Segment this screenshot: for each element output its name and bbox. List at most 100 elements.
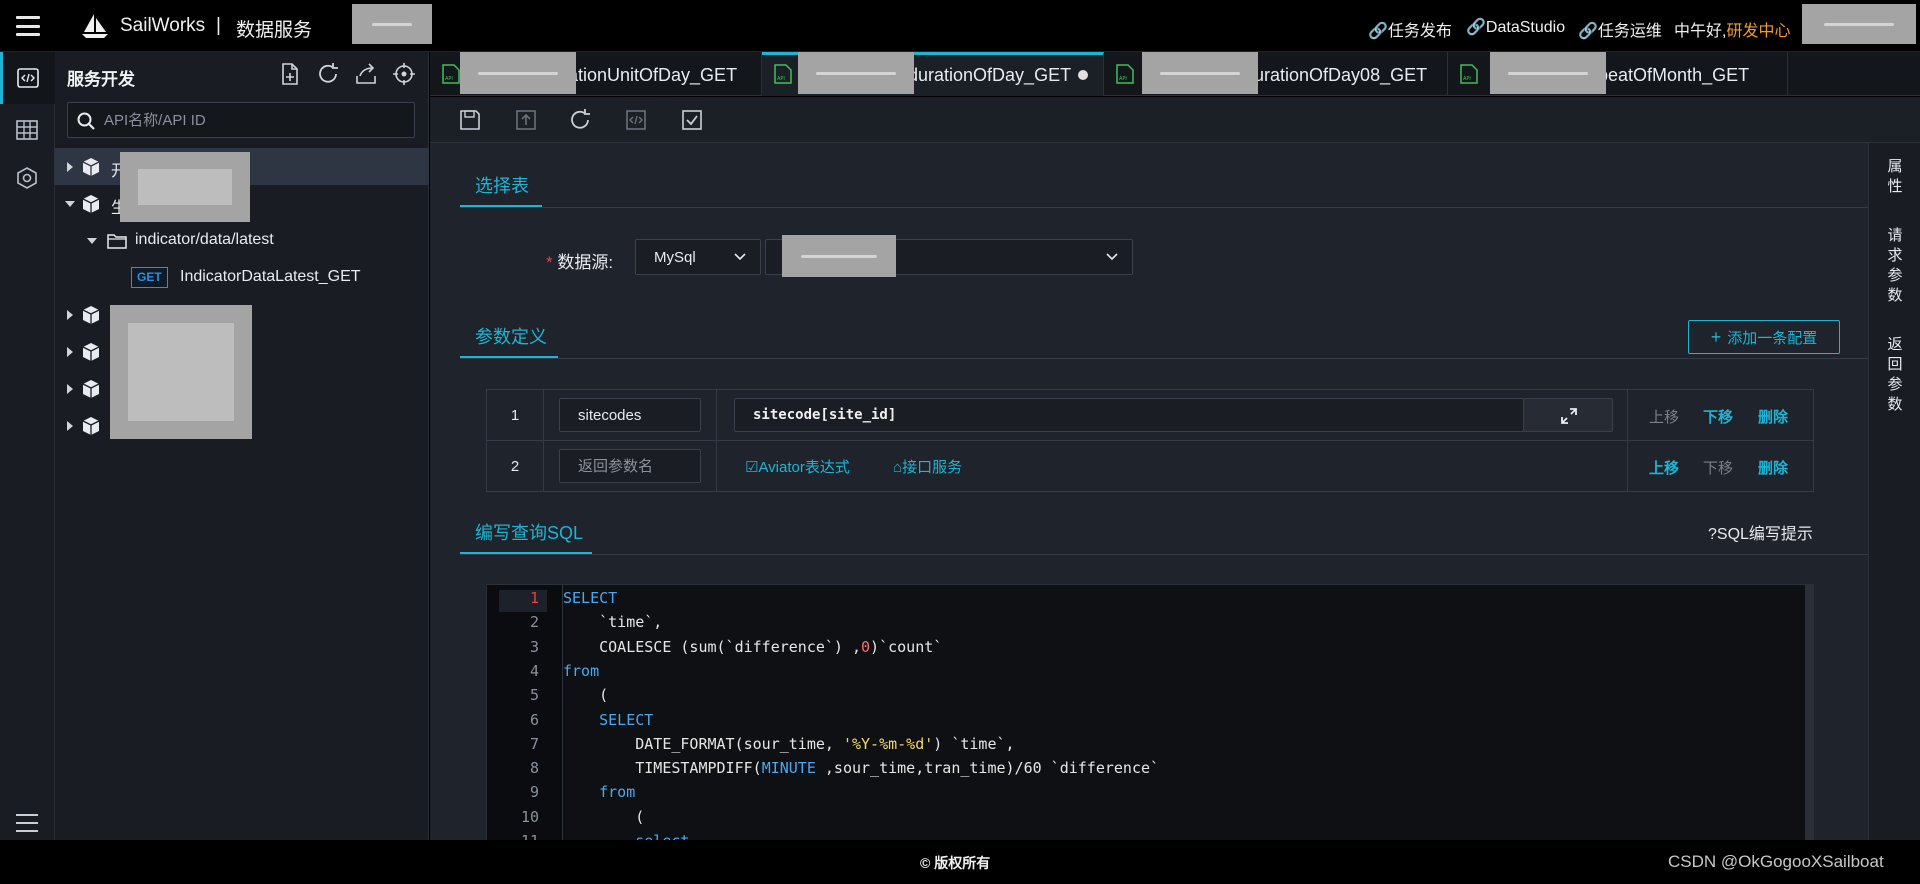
caret-right-icon[interactable]: [67, 421, 73, 431]
code-line: DATE_FORMAT(sour_time, '%Y-%m-%d') `time…: [563, 734, 1014, 753]
copyright-text: © 版权所有: [920, 855, 991, 871]
watermark-text: CSDN @OkGogooXSailboat: [1668, 852, 1884, 871]
line-number: 7: [529, 734, 539, 753]
cube-icon: [82, 195, 100, 213]
tree-folder[interactable]: indicator/data/latest: [55, 222, 429, 259]
folder-icon: [107, 234, 127, 249]
link-icon: 🔗: [1466, 19, 1486, 36]
redacted-block: [110, 305, 252, 439]
panel-toolbar: [278, 62, 416, 86]
user-greeting[interactable]: 中午好,研发中心: [1674, 17, 1790, 41]
caret-down-icon[interactable]: [65, 201, 75, 207]
chevron-down-icon: [1106, 253, 1118, 261]
cell-divider: [1627, 441, 1628, 492]
method-badge: GET: [131, 267, 168, 288]
expand-button[interactable]: [1523, 398, 1613, 432]
settings-hex-icon[interactable]: [15, 166, 39, 190]
cube-icon: [82, 343, 100, 361]
tree-api-item[interactable]: GET IndicatorDataLatest_GET: [55, 259, 429, 296]
caret-right-icon[interactable]: [67, 384, 73, 394]
code-token: '%Y-%m-%d': [842, 734, 934, 753]
tab-param-definition[interactable]: 参数定义: [475, 323, 547, 349]
nav-link-datastudio[interactable]: 🔗DataStudio: [1466, 17, 1565, 37]
top-bar: SailWorks | 数据服务 🔗任务发布 🔗DataStudio 🔗任务运维…: [0, 0, 1920, 52]
publish-icon[interactable]: [354, 62, 378, 86]
sql-editor[interactable]: 1 2 3 4 5 6 7 8 9 10 11 SELECT `time`, COALESCE (s…: [486, 584, 1814, 840]
department-name: 研发中心: [1726, 23, 1791, 40]
editor-scrollbar[interactable]: [1805, 585, 1813, 840]
caret-right-icon[interactable]: [67, 310, 73, 320]
sailboat-logo-icon: [82, 14, 108, 38]
left-rail: [0, 52, 55, 840]
brand-name: SailWorks: [120, 15, 206, 36]
code-line: TIMESTAMPDIFF(MINUTE ,sour_time,tran_tim…: [563, 759, 1159, 777]
check-icon[interactable]: [680, 108, 704, 132]
redacted-user: [1802, 4, 1916, 44]
section-divider: [460, 358, 1868, 359]
nav-link-task-publish[interactable]: 🔗任务发布: [1368, 17, 1452, 41]
properties-tab[interactable]: 属性: [1869, 157, 1920, 197]
refresh-icon[interactable]: [316, 62, 340, 86]
link-icon: 🔗: [1368, 23, 1388, 40]
line-number: 3: [529, 637, 539, 656]
new-file-icon[interactable]: [278, 62, 302, 86]
locate-icon[interactable]: [392, 62, 416, 86]
search-input[interactable]: [104, 103, 404, 137]
move-down-button[interactable]: 下移: [1703, 457, 1733, 478]
footer: © 版权所有 CSDN @OkGogooXSailboat: [0, 840, 1920, 884]
api-service-button[interactable]: ⌂接口服务: [893, 456, 962, 477]
param-table: 1 sitecode[site_id] 上移 下移 删除 2 ☑Aviator表…: [486, 389, 1814, 492]
param-name-input[interactable]: [559, 398, 701, 432]
code-token: COALESCE (sum(`difference`) ,: [563, 637, 862, 656]
tab-select-table[interactable]: 选择表: [475, 172, 529, 198]
delete-button[interactable]: 删除: [1758, 406, 1788, 427]
brand-separator: |: [216, 15, 221, 36]
api-search-box[interactable]: [67, 102, 415, 138]
code-token: ,sour_time,tran_time)/60 `difference`: [815, 759, 1160, 778]
code-line: from: [563, 783, 635, 801]
delete-button[interactable]: 删除: [1758, 457, 1788, 478]
api-config-main: 选择表 * 数据源: MySql 参数定义 + 添加一条配置 1 sitecode…: [430, 143, 1868, 840]
unsaved-dot-icon[interactable]: [1078, 70, 1088, 80]
caret-down-icon[interactable]: [87, 238, 97, 244]
redacted-block: [1490, 52, 1606, 94]
return-params-tab[interactable]: 返回参数: [1869, 335, 1920, 415]
datasource-type-select[interactable]: MySql: [635, 239, 761, 275]
table-icon[interactable]: [15, 118, 39, 142]
refresh-icon[interactable]: [568, 108, 592, 132]
caret-right-icon[interactable]: [67, 347, 73, 357]
menu-icon[interactable]: [16, 16, 40, 36]
nav-link-task-ops[interactable]: 🔗任务运维: [1578, 17, 1662, 41]
cube-icon: [82, 306, 100, 324]
code-token: 0: [861, 637, 871, 656]
code-format-icon[interactable]: [624, 108, 648, 132]
sql-code[interactable]: SELECT `time`, COALESCE (sum(`difference…: [563, 585, 1793, 840]
expression-input[interactable]: sitecode[site_id]: [734, 398, 1524, 432]
plus-icon: +: [1710, 326, 1722, 347]
line-number: 5: [529, 686, 539, 705]
param-name-input[interactable]: [559, 449, 701, 483]
upload-icon[interactable]: [514, 108, 538, 132]
move-down-button[interactable]: 下移: [1703, 406, 1733, 427]
collapse-menu-icon[interactable]: [16, 814, 38, 832]
add-config-button[interactable]: + 添加一条配置: [1688, 320, 1840, 354]
code-line: from: [563, 662, 599, 680]
request-params-tab[interactable]: 请求参数: [1869, 226, 1920, 306]
selected-value: MySql: [654, 249, 696, 266]
code-line: select: [563, 832, 689, 840]
rail-item-api-dev[interactable]: [0, 52, 55, 104]
row-index: 1: [487, 390, 544, 441]
redacted-block: [460, 52, 576, 94]
line-number: 10: [520, 807, 539, 826]
chevron-down-icon: [734, 253, 746, 261]
save-icon[interactable]: [458, 108, 482, 132]
caret-right-icon[interactable]: [67, 162, 73, 172]
aviator-expression-button[interactable]: ☑Aviator表达式: [745, 456, 850, 477]
code-token: DATE_FORMAT(sour_time,: [563, 734, 843, 753]
tab-write-sql[interactable]: 编写查询SQL: [475, 519, 583, 545]
sql-hint-link[interactable]: ?SQL编写提示: [1708, 520, 1813, 544]
move-up-button[interactable]: 上移: [1649, 457, 1679, 478]
line-number-gutter: 1 2 3 4 5 6 7 8 9 10 11: [487, 585, 563, 840]
panel-title: 服务开发: [67, 70, 135, 89]
move-up-button[interactable]: 上移: [1649, 406, 1679, 427]
